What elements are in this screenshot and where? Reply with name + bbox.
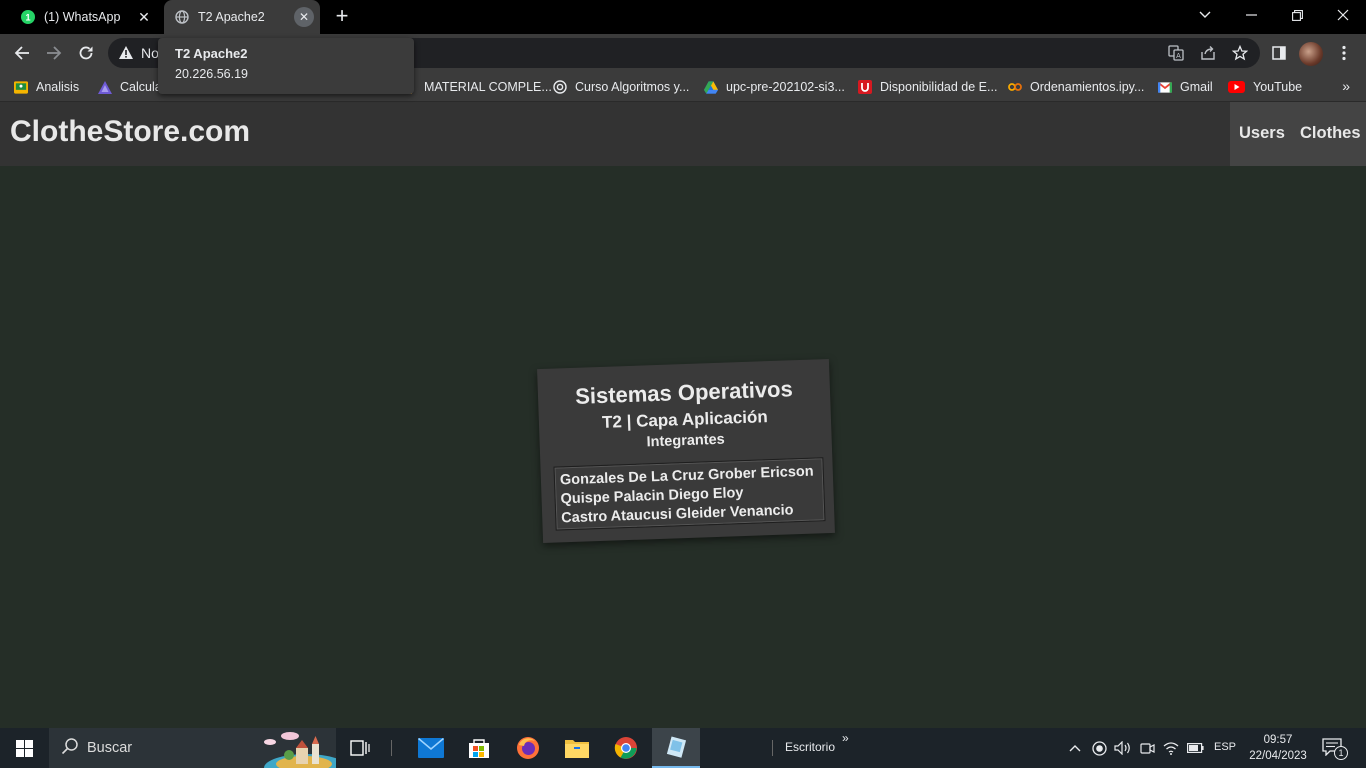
upc-icon [858,80,872,94]
globe-icon [174,9,190,25]
file-explorer-icon[interactable] [553,728,601,768]
windows-start-icon[interactable] [0,728,48,768]
bookmark-calcula[interactable]: Calcula [98,72,162,102]
bookmark-youtube[interactable]: YouTube [1228,72,1302,102]
triangle-icon [98,80,112,94]
snipping-tool-icon[interactable] [652,728,700,768]
bookmark-disponibilidad[interactable]: Disponibilidad de E... [858,72,997,102]
tab-search-chevron-icon[interactable] [1190,4,1220,26]
microsoft-store-icon[interactable] [455,728,503,768]
bookmark-upc-pre[interactable]: upc-pre-202102-si3... [704,72,845,102]
tab-strip: 1 (1) WhatsApp ✕ T2 Apache2 ✕ + [0,0,1366,34]
share-icon[interactable] [1197,43,1219,63]
desktop-chevron-icon[interactable]: » [842,731,849,745]
nav-link-clothes[interactable]: Clothes [1300,124,1361,143]
battery-icon[interactable] [1186,738,1204,758]
firefox-icon[interactable] [504,728,552,768]
clock-time: 09:57 [1263,734,1293,746]
openai-icon [553,80,567,94]
new-tab-button[interactable]: + [330,5,354,29]
site-logo-title[interactable]: ClotheStore.com [10,115,250,149]
tooltip-url: 20.226.56.19 [175,67,248,81]
taskbar: Buscar Escritorio » ESP 09:57 22/04/2023… [0,728,1366,768]
notification-count-badge: 1 [1334,746,1348,760]
back-arrow-icon[interactable] [7,38,37,68]
clock[interactable]: 09:57 22/04/2023 [1244,732,1312,764]
members-list: Gonzales De La Cruz Grober Ericson Quisp… [553,457,826,531]
search-highlight-illustration [264,732,336,768]
input-language-indicator[interactable]: ESP [1214,741,1236,753]
classroom-icon [14,80,28,94]
show-hidden-icons-icon[interactable] [1066,738,1084,758]
tab-label: (1) WhatsApp [44,10,121,24]
tooltip-title: T2 Apache2 [175,46,248,61]
close-tab-icon[interactable]: ✕ [134,7,154,27]
clock-date: 22/04/2023 [1249,750,1307,762]
wifi-icon[interactable] [1162,738,1180,758]
site-header: ClotheStore.com Users Clothes [0,102,1366,166]
security-status-text[interactable]: No [141,45,159,61]
translate-icon[interactable]: A [1165,43,1187,63]
bookmark-star-icon[interactable] [1229,43,1251,63]
taskbar-divider [391,740,392,756]
minimize-icon[interactable] [1228,0,1274,30]
task-view-icon[interactable] [336,728,384,768]
svg-text:1: 1 [25,13,30,23]
gmail-icon [1158,80,1172,94]
mail-app-icon[interactable] [407,728,455,768]
close-tab-icon[interactable]: ✕ [294,7,314,27]
more-menu-icon[interactable] [1329,38,1359,68]
svg-text:A: A [1176,53,1181,60]
bookmark-curso-algoritmos[interactable]: Curso Algoritmos y... [553,72,689,102]
desktop-toolbar-label[interactable]: Escritorio [785,740,835,754]
action-center-icon[interactable]: 1 [1322,738,1348,760]
drive-icon [704,80,718,94]
search-icon [61,737,79,760]
whatsapp-icon: 1 [20,9,36,25]
meet-now-icon[interactable] [1138,738,1156,758]
taskbar-search-box[interactable]: Buscar [49,728,336,768]
record-icon[interactable] [1090,738,1108,758]
taskbar-divider [772,740,773,756]
colab-icon [1008,80,1022,94]
bookmark-ordenamientos[interactable]: Ordenamientos.ipy... [1008,72,1144,102]
side-panel-icon[interactable] [1264,38,1294,68]
tab-whatsapp[interactable]: 1 (1) WhatsApp ✕ [10,0,160,34]
profile-avatar[interactable] [1299,42,1323,66]
nav-link-users[interactable]: Users [1239,124,1285,143]
forward-arrow-icon[interactable] [39,38,69,68]
close-window-icon[interactable] [1320,0,1366,30]
info-card: Sistemas Operativos T2 | Capa Aplicación… [537,358,835,544]
tab-hover-card: T2 Apache2 20.226.56.19 [158,38,414,94]
window-controls [1228,0,1366,30]
youtube-icon [1228,80,1245,94]
tab-label: T2 Apache2 [198,10,265,24]
more-bookmarks-icon[interactable]: » [1342,78,1350,94]
bookmark-material-comple[interactable]: MATERIAL COMPLE... [408,72,552,102]
restore-icon[interactable] [1274,0,1320,30]
reload-icon[interactable] [71,38,101,68]
bookmark-analisis[interactable]: Analisis [14,72,79,102]
search-placeholder: Buscar [87,740,133,756]
tab-t2-apache2[interactable]: T2 Apache2 ✕ [164,0,320,34]
web-page: ClotheStore.com Users Clothes Sistemas O… [0,102,1366,728]
not-secure-warning-icon[interactable] [118,45,134,65]
site-nav: Users Clothes [1230,102,1366,166]
chrome-icon[interactable] [602,728,650,768]
volume-icon[interactable] [1114,738,1132,758]
bookmark-gmail[interactable]: Gmail [1158,72,1213,102]
